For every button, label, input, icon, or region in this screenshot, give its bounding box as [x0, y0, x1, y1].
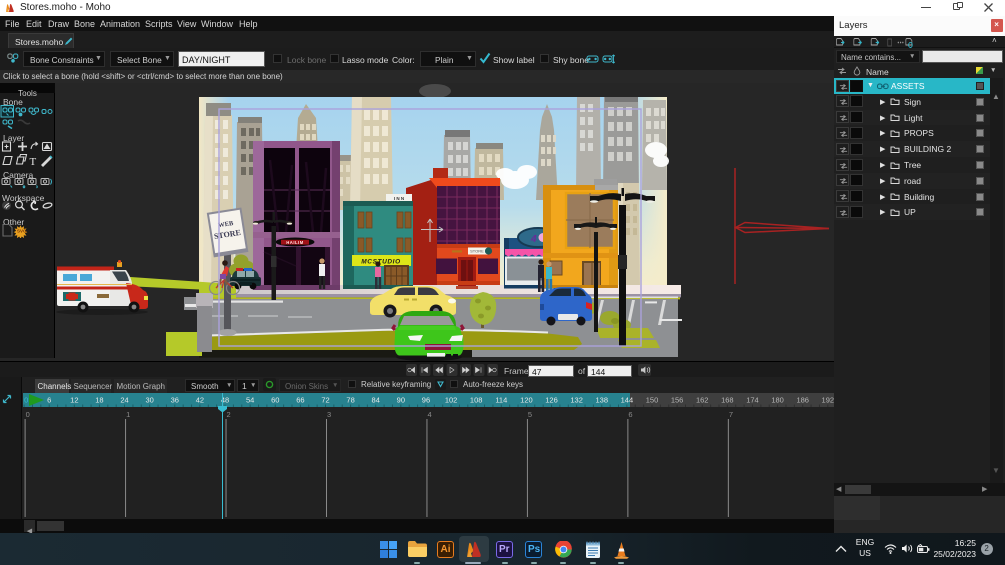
svg-text:7: 7	[729, 410, 733, 419]
svg-text:96: 96	[422, 396, 430, 405]
svg-text:192: 192	[822, 396, 834, 405]
svg-text:114: 114	[495, 396, 507, 405]
svg-text:180: 180	[771, 396, 784, 405]
svg-text:120: 120	[520, 396, 533, 405]
svg-text:36: 36	[171, 396, 179, 405]
svg-text:168: 168	[721, 396, 734, 405]
svg-text:0: 0	[26, 410, 30, 419]
svg-text:66: 66	[296, 396, 304, 405]
svg-text:STORE: STORE	[470, 249, 484, 254]
svg-text:126: 126	[545, 396, 558, 405]
svg-text:I N N: I N N	[394, 196, 404, 201]
svg-text:4: 4	[427, 410, 431, 419]
svg-text:HAILIM: HAILIM	[286, 240, 303, 245]
svg-text:102: 102	[445, 396, 458, 405]
svg-text:90: 90	[397, 396, 405, 405]
svg-text:78: 78	[346, 396, 354, 405]
svg-text:6: 6	[47, 396, 51, 405]
svg-text:186: 186	[796, 396, 809, 405]
svg-text:42: 42	[196, 396, 204, 405]
svg-text:5: 5	[528, 410, 532, 419]
svg-text:144: 144	[621, 396, 634, 405]
svg-text:MCSTUDIO: MCSTUDIO	[361, 259, 400, 266]
svg-text:18: 18	[95, 396, 103, 405]
svg-text:60: 60	[271, 396, 279, 405]
svg-text:4: 4	[530, 234, 537, 245]
svg-text:30: 30	[146, 396, 154, 405]
svg-text:174: 174	[746, 396, 759, 405]
svg-text:3: 3	[327, 410, 331, 419]
svg-text:SVG: SVG	[17, 229, 27, 234]
svg-text:156: 156	[671, 396, 684, 405]
svg-text:T: T	[30, 156, 37, 168]
svg-text:162: 162	[696, 396, 709, 405]
svg-text:84: 84	[372, 396, 380, 405]
svg-text:150: 150	[646, 396, 659, 405]
svg-text:138: 138	[596, 396, 609, 405]
svg-text:6: 6	[628, 410, 632, 419]
svg-text:72: 72	[321, 396, 329, 405]
svg-text:108: 108	[470, 396, 483, 405]
svg-text:132: 132	[570, 396, 583, 405]
svg-text:1: 1	[126, 410, 130, 419]
svg-text:24: 24	[120, 396, 128, 405]
svg-text:54: 54	[246, 396, 254, 405]
svg-text:0: 0	[24, 396, 28, 405]
svg-text:12: 12	[70, 396, 78, 405]
